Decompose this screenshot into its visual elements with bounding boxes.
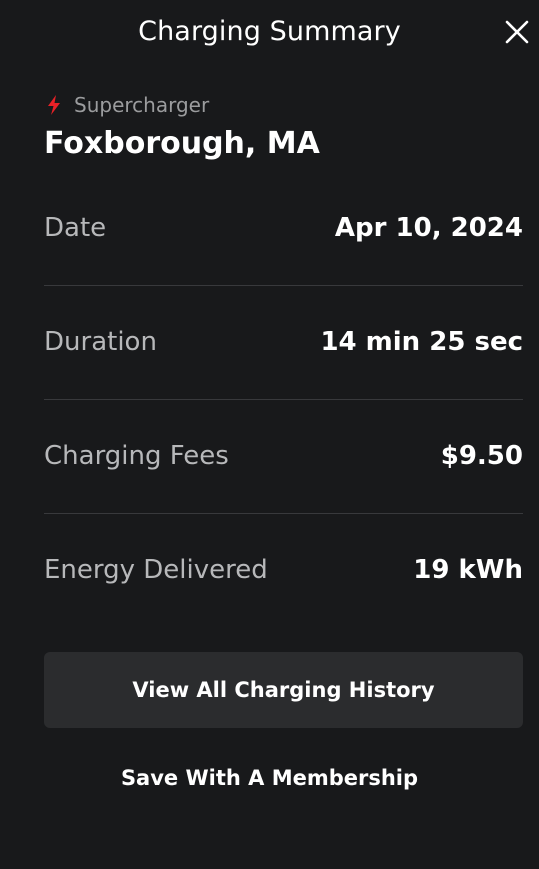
close-button[interactable] bbox=[503, 18, 531, 46]
row-value: 19 kWh bbox=[413, 555, 523, 585]
view-history-button[interactable]: View All Charging History bbox=[44, 652, 523, 728]
row-label: Date bbox=[44, 213, 107, 243]
modal-header: Charging Summary bbox=[0, 0, 539, 70]
summary-row-duration: Duration 14 min 25 sec bbox=[44, 285, 523, 400]
row-value: Apr 10, 2024 bbox=[334, 213, 523, 243]
summary-row-fees: Charging Fees $9.50 bbox=[44, 399, 523, 514]
summary-row-date: Date Apr 10, 2024 bbox=[44, 171, 523, 286]
summary-row-energy: Energy Delivered 19 kWh bbox=[44, 513, 523, 627]
row-label: Charging Fees bbox=[44, 441, 229, 471]
location-type-label: Supercharger bbox=[74, 93, 210, 117]
row-value: $9.50 bbox=[440, 441, 523, 471]
summary-list: Date Apr 10, 2024 Duration 14 min 25 sec… bbox=[44, 172, 523, 627]
location-name: Foxborough, MA bbox=[44, 126, 320, 161]
close-icon bbox=[505, 20, 529, 44]
lightning-bolt-icon bbox=[44, 94, 64, 116]
row-label: Energy Delivered bbox=[44, 555, 268, 585]
page-title: Charging Summary bbox=[138, 16, 401, 47]
row-label: Duration bbox=[44, 327, 157, 357]
row-value: 14 min 25 sec bbox=[320, 327, 523, 357]
location-type: Supercharger bbox=[44, 92, 320, 118]
location-section: Supercharger Foxborough, MA bbox=[44, 92, 320, 161]
membership-link[interactable]: Save With A Membership bbox=[0, 766, 539, 790]
